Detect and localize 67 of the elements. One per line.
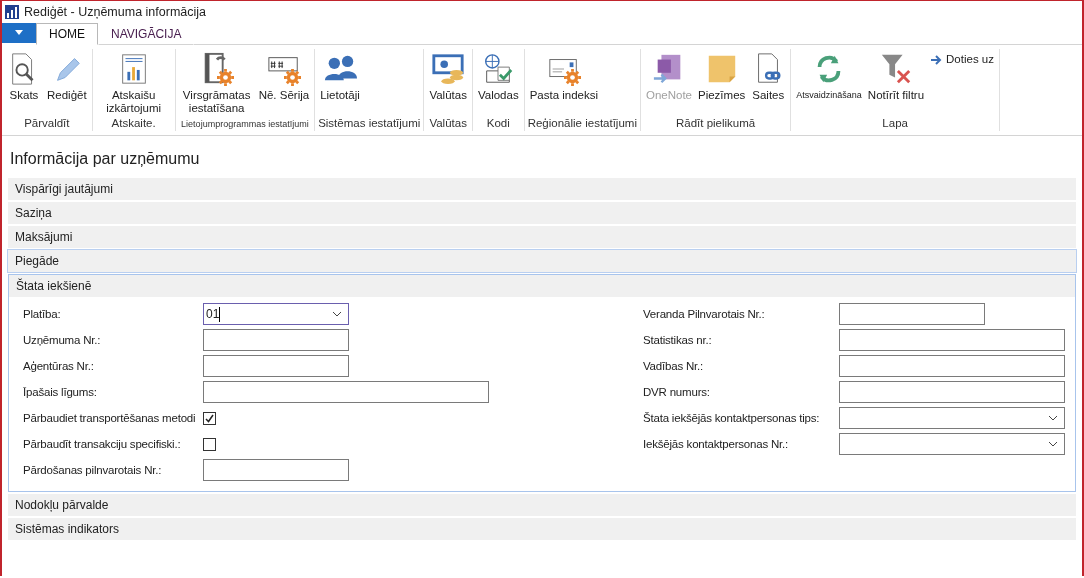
field-label: DVR numurs:	[643, 386, 711, 398]
checkbox[interactable]	[203, 411, 216, 425]
app-icon	[4, 4, 20, 20]
field-label: Pārbaudiet transportēšanas metodi	[23, 412, 197, 424]
chevron-down-icon	[1048, 441, 1058, 447]
ribbon-button[interactable]: Virsgrāmatas iestatīšana	[178, 51, 255, 115]
section-header[interactable]: Piegāde	[8, 250, 1076, 272]
group-label: Valūtas	[428, 117, 468, 131]
field-label: Iekšējās kontaktpersonas Nr.:	[643, 438, 790, 450]
ribbon-button[interactable]: Skats	[5, 51, 43, 102]
section-header[interactable]: Sistēmas indikators	[8, 518, 1076, 540]
ribbon-button[interactable]: Saites	[749, 51, 788, 102]
field-label: Uzņēmuma Nr.:	[23, 334, 102, 346]
input-field[interactable]	[839, 355, 1065, 377]
chevron-down-icon	[1048, 415, 1058, 421]
input-field[interactable]	[839, 329, 1065, 351]
input-field[interactable]	[203, 355, 349, 377]
section-header[interactable]: Štata iekšienē	[9, 275, 1075, 297]
group-label: Pārvaldīt	[23, 117, 71, 131]
dropdown-field[interactable]	[839, 433, 1065, 455]
field-label: Īpašais līgums:	[23, 386, 98, 398]
ribbon-button[interactable]: Notīrīt filtru	[865, 51, 927, 102]
field-label: Veranda Pilnvarotais Nr.:	[643, 308, 766, 320]
group-label: Sistēmas iestatījumi	[318, 117, 421, 131]
field-label: Vadības Nr.:	[643, 360, 705, 372]
ribbon-tab[interactable]: HOME	[36, 23, 98, 45]
ribbon-button[interactable]: Lietotāji	[318, 51, 362, 102]
field-label: Platība:	[23, 308, 62, 320]
caret-icon	[14, 30, 24, 36]
ribbon-button[interactable]: Nē. Sērija	[256, 51, 312, 102]
money-coins-icon	[431, 51, 466, 87]
arrow-icon	[930, 53, 943, 66]
ribbon-button[interactable]: Valūtas	[427, 51, 469, 102]
ribbon-button[interactable]: Valodas	[475, 51, 521, 102]
field-label: Statistikas nr.:	[643, 334, 713, 346]
menu-button[interactable]	[2, 23, 36, 43]
field-label: Štata iekšējās kontaktpersonas tips:	[643, 412, 821, 424]
input-field[interactable]	[839, 381, 1065, 403]
group-label: Kodi	[485, 117, 511, 131]
dropdown-field[interactable]: 01	[203, 303, 349, 325]
window-title: Rediģēt - Uzņēmuma informācija	[24, 5, 206, 19]
ribbon-button[interactable]: Doties uz	[928, 53, 996, 66]
group-label: Lietojumprogrammas iestatījumi	[180, 118, 310, 131]
group-label: Atskaite.	[110, 117, 157, 131]
input-field[interactable]	[839, 303, 985, 325]
ribbon-button[interactable]: Atsvaidzināšana	[794, 51, 864, 102]
section-header[interactable]: Nodokļu pārvalde	[8, 494, 1076, 516]
input-field[interactable]	[203, 459, 349, 481]
section-header[interactable]: Vispārīgi jautājumi	[8, 178, 1076, 200]
field-label: Pārdošanas pilnvarotais Nr.:	[23, 464, 163, 476]
ribbon-button[interactable]: Piezīmes	[696, 51, 748, 102]
dropdown-field[interactable]	[839, 407, 1065, 429]
group-label: Lapa	[881, 117, 909, 131]
checkbox[interactable]	[203, 437, 216, 451]
page-title: Informācija par uzņēmumu	[9, 149, 201, 169]
group-label: Rādīt pielikumā	[675, 117, 757, 131]
section-header[interactable]: Maksājumi	[8, 226, 1076, 248]
ribbon-button[interactable]: Rediģēt	[45, 51, 89, 102]
field-label: Aģentūras Nr.:	[23, 360, 95, 372]
input-field[interactable]	[203, 381, 489, 403]
ribbon-button[interactable]: Atskaišu izkārtojumi	[95, 51, 172, 115]
section-header[interactable]: Saziņa	[8, 202, 1076, 224]
group-label: Reģionālie iestatījumi	[527, 117, 637, 131]
ribbon-button[interactable]: Pasta indeksi	[527, 51, 601, 102]
chevron-down-icon	[332, 311, 342, 317]
input-field[interactable]	[203, 329, 349, 351]
field-label: Pārbaudīt transakciju specifiski.:	[23, 438, 182, 450]
